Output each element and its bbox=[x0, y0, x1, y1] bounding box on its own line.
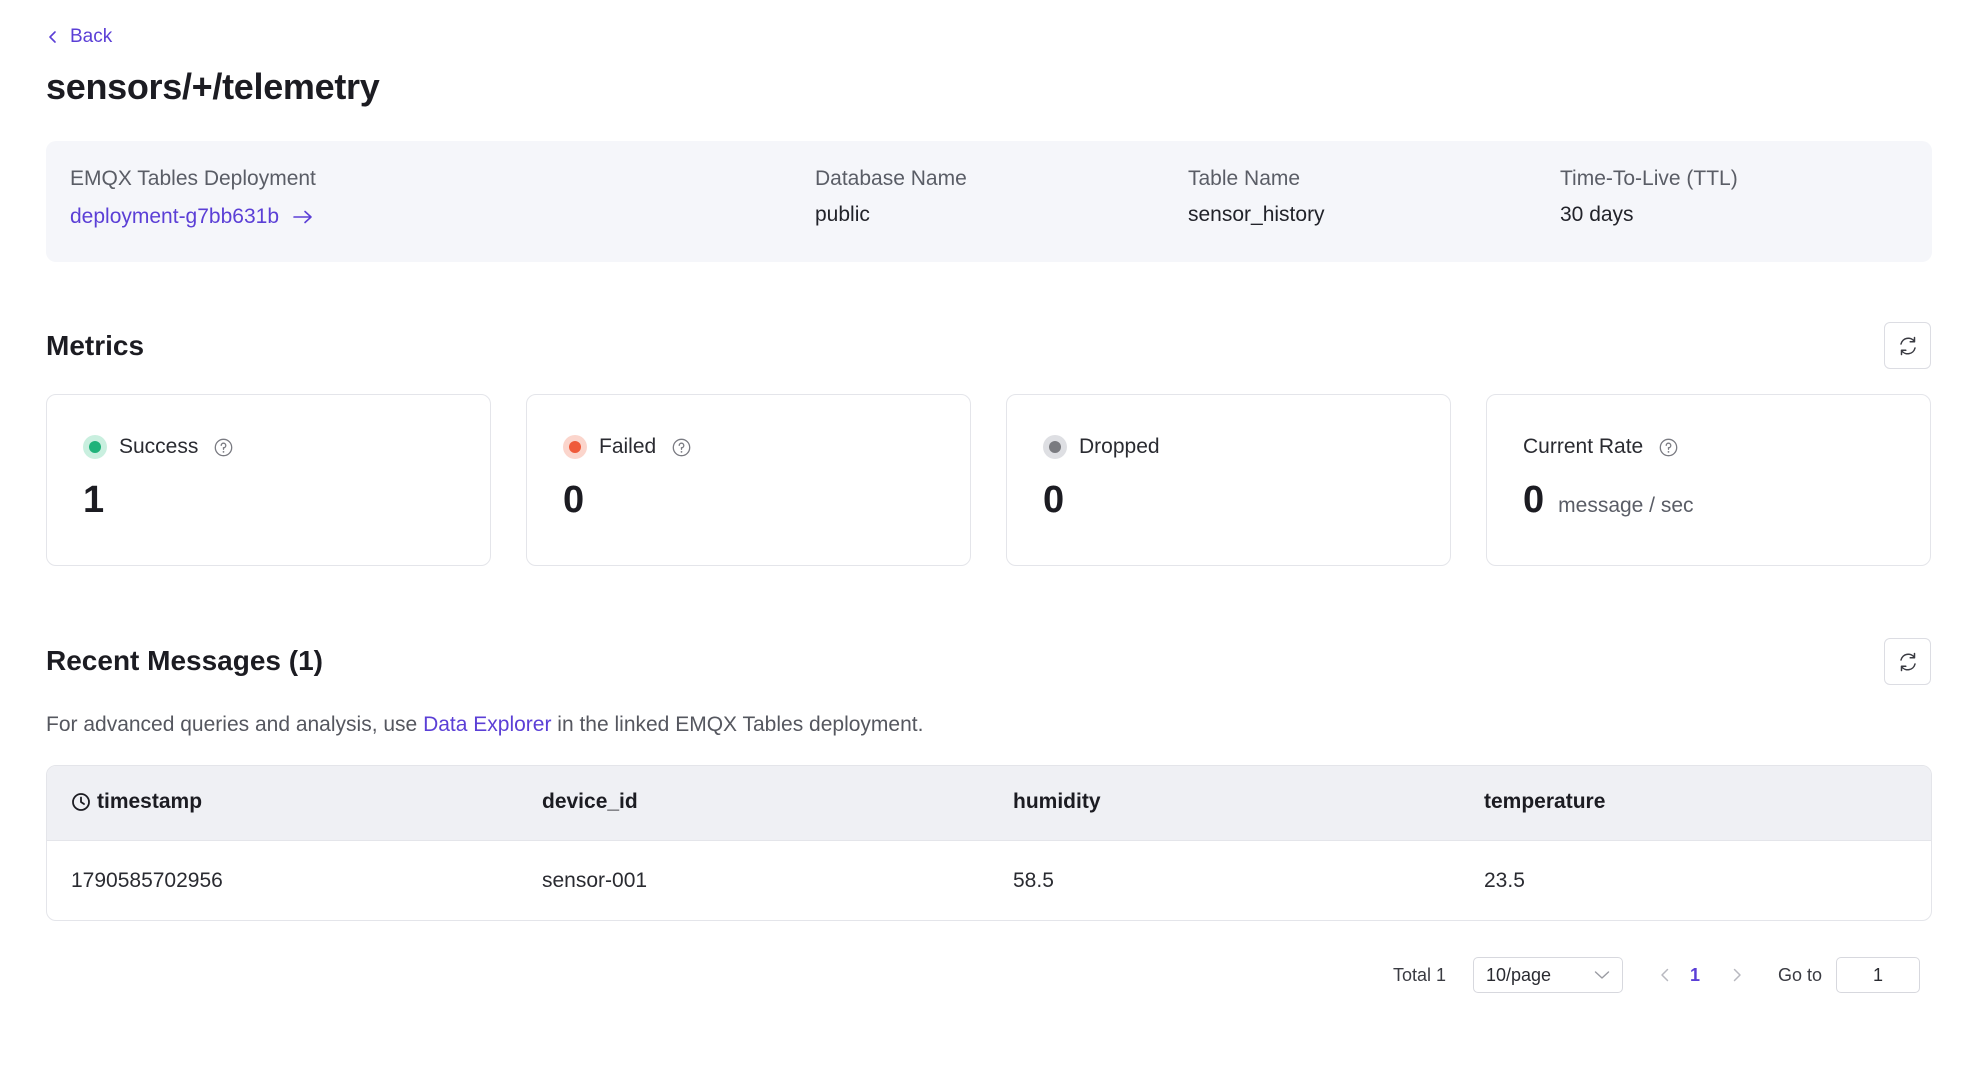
help-icon[interactable] bbox=[672, 438, 691, 457]
helper-text: For advanced queries and analysis, use D… bbox=[46, 713, 924, 736]
table-header: timestamp device_id humidity temperature bbox=[47, 766, 1931, 841]
cell-device-id: sensor-001 bbox=[542, 869, 648, 892]
metric-head-failed: Failed bbox=[563, 435, 691, 459]
recent-messages-refresh-button[interactable] bbox=[1884, 638, 1931, 685]
column-header-temperature[interactable]: temperature bbox=[1484, 790, 1605, 814]
clock-icon bbox=[72, 793, 90, 811]
metric-head-rate: Current Rate bbox=[1523, 435, 1678, 459]
help-icon[interactable] bbox=[1659, 438, 1678, 457]
metrics-title: Metrics bbox=[46, 330, 145, 361]
page-size-value: 10/page bbox=[1486, 964, 1552, 985]
integration-info-card: EMQX Tables Deployment deployment-g7bb63… bbox=[46, 141, 1932, 262]
chevron-left-icon bbox=[49, 31, 56, 43]
deployment-info: EMQX Tables Deployment deployment-g7bb63… bbox=[70, 167, 316, 229]
status-dot-success bbox=[83, 435, 107, 459]
column-header-device-id[interactable]: device_id bbox=[542, 790, 638, 814]
database-value: public bbox=[815, 203, 870, 226]
table-value: sensor_history bbox=[1188, 203, 1325, 226]
metric-value-failed: 0 bbox=[563, 479, 585, 521]
metric-value-rate: 0 message / sec bbox=[1523, 479, 1694, 521]
database-info: Database Name public bbox=[815, 167, 967, 227]
column-header-humidity[interactable]: humidity bbox=[1013, 790, 1101, 814]
messages-table: timestamp device_id humidity temperature… bbox=[46, 765, 1932, 921]
column-header-timestamp[interactable]: timestamp bbox=[71, 790, 202, 814]
data-explorer-link[interactable]: Data Explorer bbox=[423, 713, 551, 736]
deployment-link-text: deployment-g7bb631b bbox=[70, 205, 279, 228]
metric-head-dropped: Dropped bbox=[1043, 435, 1160, 459]
metric-label-rate: Current Rate bbox=[1523, 435, 1644, 458]
metric-card-rate: Current Rate 0 message / sec bbox=[1486, 394, 1931, 566]
next-page-button[interactable] bbox=[1727, 965, 1747, 985]
page-title: sensors/+/telemetry bbox=[46, 66, 380, 107]
recent-messages-title: Recent Messages (1) bbox=[46, 645, 324, 676]
table-row: 1790585702956 sensor-001 58.5 23.5 bbox=[47, 841, 1931, 920]
ttl-info: Time-To-Live (TTL) 30 days bbox=[1560, 167, 1738, 227]
ttl-label: Time-To-Live (TTL) bbox=[1560, 167, 1738, 190]
metric-card-dropped: Dropped 0 bbox=[1006, 394, 1451, 566]
status-dot-dropped bbox=[1043, 435, 1067, 459]
chevron-right-icon bbox=[1733, 968, 1741, 982]
help-icon[interactable] bbox=[214, 438, 233, 457]
refresh-icon bbox=[1899, 652, 1916, 671]
metric-value-dropped: 0 bbox=[1043, 479, 1065, 521]
deployment-label: EMQX Tables Deployment bbox=[70, 167, 316, 190]
metric-label-dropped: Dropped bbox=[1079, 435, 1160, 458]
metric-label-success: Success bbox=[119, 435, 199, 458]
arrow-right-icon bbox=[293, 210, 312, 224]
table-label: Table Name bbox=[1188, 167, 1301, 190]
back-link[interactable]: Back bbox=[46, 26, 112, 48]
metric-card-failed: Failed 0 bbox=[526, 394, 971, 566]
refresh-icon bbox=[1899, 336, 1916, 355]
page-number-current[interactable]: 1 bbox=[1690, 965, 1700, 986]
status-dot-failed bbox=[563, 435, 587, 459]
metric-unit-rate: message / sec bbox=[1558, 494, 1694, 517]
prev-page-button[interactable] bbox=[1654, 965, 1674, 985]
metric-label-failed: Failed bbox=[599, 435, 657, 458]
goto-page-input[interactable] bbox=[1836, 957, 1920, 993]
database-label: Database Name bbox=[815, 167, 967, 190]
chevron-down-icon bbox=[1594, 971, 1610, 979]
cell-humidity: 58.5 bbox=[1013, 869, 1054, 892]
cell-temperature: 23.5 bbox=[1484, 869, 1525, 892]
table-info: Table Name sensor_history bbox=[1188, 167, 1325, 227]
chevron-left-icon bbox=[1660, 968, 1668, 982]
back-label: Back bbox=[70, 26, 113, 47]
pagination-total: Total 1 bbox=[1393, 965, 1447, 985]
metrics-refresh-button[interactable] bbox=[1884, 322, 1931, 369]
deployment-link[interactable]: deployment-g7bb631b bbox=[70, 205, 316, 229]
goto-label: Go to bbox=[1778, 965, 1823, 985]
metric-value-success: 1 bbox=[83, 479, 105, 521]
metric-head-success: Success bbox=[83, 435, 233, 459]
cell-timestamp: 1790585702956 bbox=[71, 869, 223, 892]
page-size-select[interactable]: 10/page bbox=[1473, 957, 1623, 993]
ttl-value: 30 days bbox=[1560, 203, 1634, 226]
metric-card-success: Success 1 bbox=[46, 394, 491, 566]
